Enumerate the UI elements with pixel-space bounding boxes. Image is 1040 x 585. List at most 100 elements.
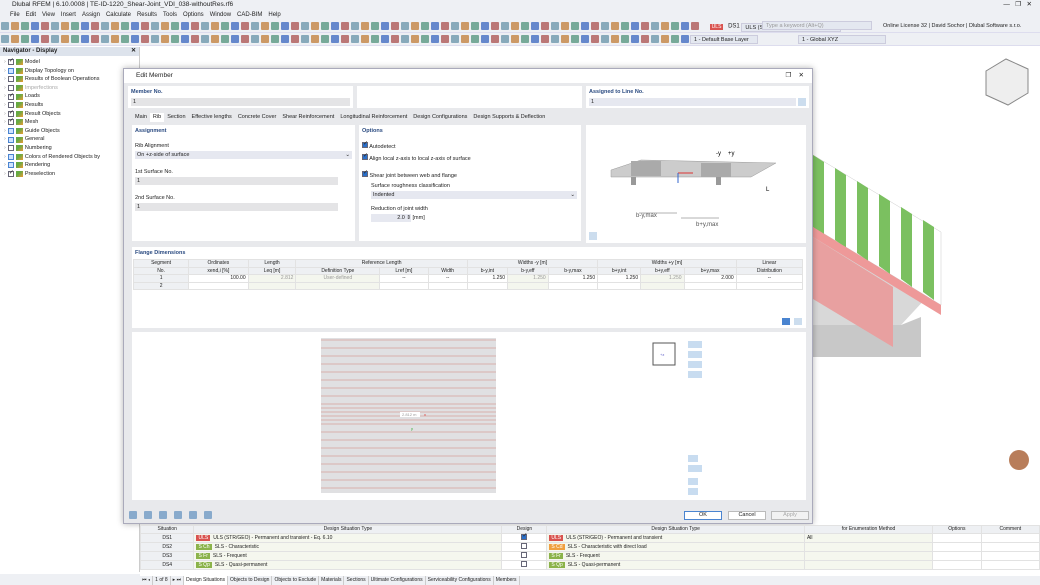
- table-row[interactable]: DS4S QpSLS - Quasi-permanentS QpSLS - Qu…: [141, 560, 1040, 569]
- expand-icon[interactable]: ›: [4, 170, 6, 179]
- toolbar-icon[interactable]: [461, 35, 469, 43]
- toolbar-icon[interactable]: [611, 22, 619, 30]
- table-row[interactable]: 2: [134, 282, 803, 290]
- expand-icon[interactable]: ›: [4, 101, 6, 110]
- toolbar-icon[interactable]: [601, 22, 609, 30]
- toolbar-icon[interactable]: [121, 35, 129, 43]
- toolbar-icon[interactable]: [391, 22, 399, 30]
- menu-view[interactable]: View: [42, 10, 55, 20]
- toolbar-icon[interactable]: [81, 35, 89, 43]
- design-cell[interactable]: [502, 551, 547, 560]
- toolbar-icon[interactable]: [211, 22, 219, 30]
- tab-shear-reinforcement[interactable]: Shear Reinforcement: [279, 113, 337, 122]
- table-cell[interactable]: [296, 282, 380, 290]
- toolbar-icon[interactable]: [381, 22, 389, 30]
- toolbar-icon[interactable]: [661, 35, 669, 43]
- toolbar-icon[interactable]: [191, 35, 199, 43]
- toolbar-icon[interactable]: [681, 22, 689, 30]
- design-cell[interactable]: [502, 560, 547, 569]
- toolbar-icon[interactable]: [231, 35, 239, 43]
- toolbar-icon[interactable]: [531, 22, 539, 30]
- menu-options[interactable]: Options: [183, 10, 204, 20]
- toolbar-icon[interactable]: [591, 35, 599, 43]
- expand-icon[interactable]: ›: [4, 153, 6, 162]
- menu-assign[interactable]: Assign: [82, 10, 100, 20]
- toolbar-icon[interactable]: [251, 22, 259, 30]
- expand-icon[interactable]: ›: [4, 135, 6, 144]
- toolbar-icon[interactable]: [421, 35, 429, 43]
- toolbar-icon[interactable]: [651, 35, 659, 43]
- toolbar-icon[interactable]: [491, 22, 499, 30]
- reduction-input[interactable]: 2.0 ⇕: [371, 214, 411, 222]
- toolbar-icon[interactable]: [101, 22, 109, 30]
- toolbar-icon[interactable]: [101, 35, 109, 43]
- options-cell[interactable]: [933, 560, 982, 569]
- toolbar-icon[interactable]: [411, 35, 419, 43]
- bottom-tab-serviceability-configurations[interactable]: Serviceability Configurations: [426, 576, 494, 585]
- first-page-button[interactable]: ⏮ ◂: [140, 576, 153, 585]
- toolbar-icon[interactable]: [291, 22, 299, 30]
- toolbar-icon[interactable]: [161, 35, 169, 43]
- table-cell[interactable]: [467, 282, 507, 290]
- percent-icon[interactable]: [794, 318, 802, 325]
- toolbar-icon[interactable]: [41, 22, 49, 30]
- toolbar-icon[interactable]: [111, 22, 119, 30]
- dialog-tool-icon[interactable]: [204, 511, 212, 519]
- toolbar-icon[interactable]: [371, 35, 379, 43]
- situation-type-cell[interactable]: S ChSLS - Characteristic: [194, 542, 502, 551]
- toolbar-icon[interactable]: [591, 22, 599, 30]
- table-cell[interactable]: --: [428, 275, 467, 283]
- toolbar-icon[interactable]: [581, 22, 589, 30]
- expand-icon[interactable]: ›: [4, 75, 6, 84]
- toolbar-icon[interactable]: [381, 35, 389, 43]
- expand-icon[interactable]: ›: [4, 84, 6, 93]
- design-cell[interactable]: [502, 542, 547, 551]
- table-cell[interactable]: 2: [134, 282, 189, 290]
- dialog-close-button[interactable]: ❐ ✕: [786, 69, 805, 83]
- ok-button[interactable]: OK: [684, 511, 722, 520]
- design-checkbox[interactable]: [521, 561, 527, 567]
- toolbar-icon[interactable]: [571, 22, 579, 30]
- toolbar-icon[interactable]: [361, 22, 369, 30]
- toolbar-icon[interactable]: [361, 35, 369, 43]
- rib-alignment-select[interactable]: On +z-side of surface⌄: [135, 151, 352, 159]
- autodetect-checkbox[interactable]: Autodetect: [359, 140, 581, 152]
- expand-icon[interactable]: ›: [4, 127, 6, 136]
- toolbar-icon[interactable]: [221, 22, 229, 30]
- nav-item-guide-objects[interactable]: ›Guide Objects: [0, 127, 139, 136]
- expand-icon[interactable]: ›: [4, 92, 6, 101]
- nav-item-preselection[interactable]: ›Preselection: [0, 170, 139, 179]
- expand-icon[interactable]: ›: [4, 118, 6, 127]
- table-cell[interactable]: 1: [134, 275, 189, 283]
- next-page-button[interactable]: ▸ ⏭: [171, 576, 184, 585]
- expand-icon[interactable]: ›: [4, 144, 6, 153]
- design-cell[interactable]: [502, 533, 547, 542]
- table-cell[interactable]: [641, 282, 684, 290]
- toolbar-icon[interactable]: [511, 22, 519, 30]
- nav-item-loads[interactable]: ›Loads: [0, 92, 139, 101]
- toolbar-icon[interactable]: [501, 22, 509, 30]
- toolbar-icon[interactable]: [471, 35, 479, 43]
- toolbar-icon[interactable]: [431, 35, 439, 43]
- bottom-tab-ultimate-configurations[interactable]: Ultimate Configurations: [369, 576, 426, 585]
- checkbox[interactable]: [8, 111, 14, 117]
- toolbar-icon[interactable]: [691, 22, 699, 30]
- member-no-input[interactable]: 1: [131, 98, 350, 106]
- toolbar-icon[interactable]: [321, 22, 329, 30]
- toolbar-icon[interactable]: [331, 35, 339, 43]
- toolbar-icon[interactable]: [671, 22, 679, 30]
- toolbar-icon[interactable]: [211, 35, 219, 43]
- toolbar-icon[interactable]: [351, 35, 359, 43]
- toolbar-icon[interactable]: [331, 22, 339, 30]
- search-input[interactable]: Type a keyword (Alt+Q): [762, 21, 872, 30]
- toolbar-icon[interactable]: [301, 35, 309, 43]
- toolbar-icon[interactable]: [681, 35, 689, 43]
- apply-button[interactable]: Apply: [771, 511, 809, 520]
- toolbar-icon[interactable]: [151, 35, 159, 43]
- situation-type2-cell[interactable]: S CdSLS - Characteristic with direct loa…: [547, 542, 805, 551]
- nav-item-numbering[interactable]: ›Numbering: [0, 144, 139, 153]
- toolbar-icon[interactable]: [21, 35, 29, 43]
- nav-item-result-objects[interactable]: ›Result Objects: [0, 110, 139, 119]
- tab-longitudinal-reinforcement[interactable]: Longitudinal Reinforcement: [337, 113, 410, 122]
- enum-cell[interactable]: [804, 551, 932, 560]
